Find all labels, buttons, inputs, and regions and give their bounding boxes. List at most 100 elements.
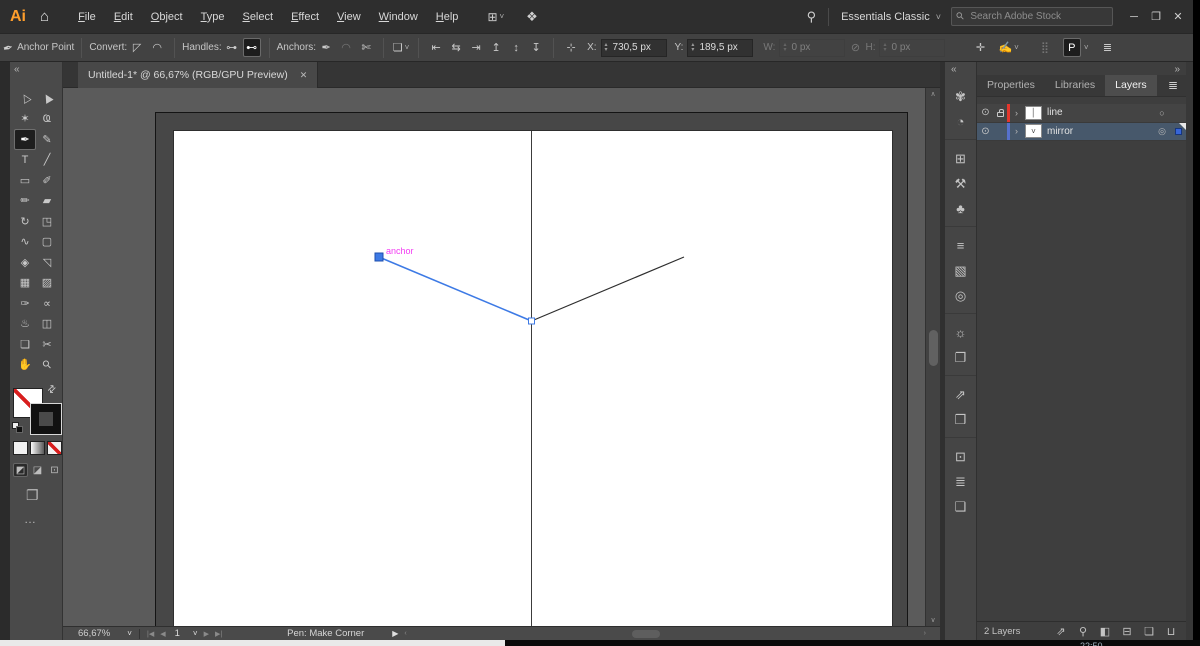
color-button[interactable] (13, 441, 28, 455)
hscroll-right-icon[interactable]: › (924, 630, 926, 637)
tab-libraries[interactable]: Libraries (1045, 75, 1105, 96)
blend-tool[interactable]: ∝ (36, 293, 58, 314)
align-right-icon[interactable]: ⇥ (467, 38, 485, 57)
layer-thumbnail[interactable]: ˅ (1025, 124, 1042, 139)
panel-menu-icon[interactable]: ≣ (1168, 78, 1186, 96)
previous-artboard-icon[interactable]: ◀ (160, 630, 165, 638)
scroll-down-icon[interactable]: ∨ (926, 616, 940, 624)
collapse-toolbar-icon[interactable]: « (14, 64, 20, 75)
search-input[interactable] (968, 10, 1107, 23)
menu-window[interactable]: Window (370, 8, 427, 26)
tab-layers[interactable]: Layers (1105, 75, 1157, 96)
draw-inside-icon[interactable]: ⊡ (47, 463, 62, 477)
target-circle-icon[interactable]: ○ (1154, 108, 1170, 118)
chevron-down-icon[interactable]: ˅ (127, 629, 132, 638)
eraser-tool[interactable]: ▰ (36, 191, 58, 212)
status-play-icon[interactable]: ▶ (392, 629, 398, 638)
chevron-down-icon[interactable]: ˅ (936, 12, 941, 22)
column-graph-tool[interactable]: ◫ (36, 314, 58, 335)
align-bottom-icon[interactable]: ↧ (527, 38, 545, 57)
expand-chevron-icon[interactable]: › (1010, 126, 1023, 136)
layer-name[interactable]: mirror (1047, 126, 1073, 137)
stroke-swatch[interactable] (30, 403, 62, 435)
transform-options-icon[interactable]: ✛ (971, 38, 989, 57)
mesh-tool[interactable]: ▦ (14, 273, 36, 294)
edit-toolbar-icon[interactable]: … (24, 512, 37, 526)
slice-tool[interactable]: ✂ (36, 334, 58, 355)
default-swatches-icon[interactable] (12, 422, 25, 433)
menu-edit[interactable]: Edit (105, 8, 142, 26)
remove-anchor-icon[interactable]: ✒ (317, 38, 335, 57)
link-dimensions-icon[interactable]: ⊘ (846, 38, 864, 57)
tab-properties[interactable]: Properties (977, 75, 1045, 96)
swatches-icon[interactable]: ⊞ (945, 146, 976, 171)
make-clip-mask-icon[interactable]: ◧ (1094, 625, 1116, 638)
stroke-icon[interactable]: ≡ (945, 233, 976, 258)
scale-tool[interactable]: ◳ (36, 211, 58, 232)
perspective-grid-tool[interactable]: ◹ (36, 252, 58, 273)
horizontal-scrollbar[interactable] (420, 629, 915, 639)
arrange-documents-icon[interactable]: ⊞ ˅ (487, 10, 504, 24)
control-bar-menu-icon[interactable]: ≣ (1099, 38, 1117, 57)
x-value[interactable]: 730,5 px (613, 42, 651, 53)
last-artboard-icon[interactable]: ▶| (215, 630, 222, 638)
transparency-icon[interactable]: ◎ (945, 283, 976, 308)
symbols-icon[interactable]: ♣ (945, 196, 976, 221)
asset-export-icon[interactable]: ❒ (945, 407, 976, 432)
show-handles-icon[interactable]: ⊷ (242, 38, 261, 57)
corner-anchor-point[interactable] (528, 317, 535, 325)
stepper-arrows[interactable]: ▴ ▾ (691, 42, 694, 53)
transform-panel-icon[interactable]: ⊡ (945, 444, 976, 469)
vertical-scroll-thumb[interactable] (929, 330, 938, 366)
y-value[interactable]: 189,5 px (699, 42, 737, 53)
menu-view[interactable]: View (328, 8, 370, 26)
style-icon[interactable]: ✍ ˅ (998, 38, 1018, 57)
workspace-switcher[interactable]: Essentials Classic (841, 11, 930, 23)
screen-mode-icon[interactable]: ❐ (26, 487, 39, 504)
gradient-button[interactable] (30, 441, 45, 455)
pen-tool[interactable]: ✒ (14, 129, 36, 150)
free-transform-tool[interactable]: ▢ (36, 232, 58, 253)
graphic-styles-icon[interactable]: ❐ (945, 345, 976, 370)
rectangle-tool[interactable]: ▭ (14, 170, 36, 191)
horizontal-scroll-thumb[interactable] (631, 629, 660, 638)
chevron-down-icon[interactable]: ˅ (1084, 43, 1089, 52)
visibility-eye-icon[interactable]: ⊙ (977, 126, 994, 137)
menu-effect[interactable]: Effect (282, 8, 328, 26)
align-panel-icon[interactable]: ≣ (945, 469, 976, 494)
layer-name[interactable]: line (1047, 107, 1063, 118)
hscroll-left-icon[interactable]: ‹ (404, 630, 406, 637)
symbol-sprayer-tool[interactable]: ♨ (14, 314, 36, 335)
magic-wand-tool[interactable]: ✶ (14, 109, 36, 130)
connect-endpoints-icon[interactable]: ◠ (337, 38, 355, 57)
rotate-tool[interactable]: ↻ (14, 211, 36, 232)
delete-selection-icon[interactable]: ⊔ (1160, 625, 1182, 638)
width-tool[interactable]: ∿ (14, 232, 36, 253)
align-top-icon[interactable]: ↥ (487, 38, 505, 57)
hide-handles-icon[interactable]: ⊶ (223, 38, 241, 57)
color-guide-icon[interactable]: ◔ (945, 109, 976, 134)
discover-lightbulb-icon[interactable]: ⚲ (807, 9, 817, 25)
distribute-icon[interactable]: ⊹ (562, 38, 580, 57)
locate-object-icon[interactable]: ⚲ (1072, 625, 1094, 638)
document-tab[interactable]: Untitled-1* @ 66,67% (RGB/GPU Preview) ✕ (78, 62, 319, 88)
first-artboard-icon[interactable]: |◀ (147, 630, 154, 638)
stepper-arrows[interactable]: ▴ ▾ (605, 42, 608, 53)
menu-help[interactable]: Help (427, 8, 468, 26)
artboard-number[interactable]: 1 (175, 628, 180, 639)
visibility-eye-icon[interactable]: ⊙ (977, 107, 994, 118)
lock-icon[interactable] (994, 108, 1007, 117)
menu-type[interactable]: Type (192, 8, 234, 26)
zoom-level[interactable]: 66,67% (78, 628, 110, 639)
properties-toggle-icon[interactable]: P (1062, 38, 1081, 57)
direct-selection-tool[interactable]: ▶ (36, 88, 58, 109)
selected-anchor-point[interactable] (374, 252, 384, 262)
next-artboard-icon[interactable]: ▶ (204, 630, 209, 638)
canvas[interactable]: anchor ∧ ∨ (63, 88, 940, 626)
type-tool[interactable]: T (14, 150, 36, 171)
close-button[interactable]: ✕ (1167, 10, 1189, 23)
draw-behind-icon[interactable]: ◪ (30, 463, 45, 477)
export-icon[interactable]: ⇗ (945, 382, 976, 407)
gradient-panel-icon[interactable]: ▧ (945, 258, 976, 283)
color-panel-icon[interactable]: ✾ (945, 84, 976, 109)
